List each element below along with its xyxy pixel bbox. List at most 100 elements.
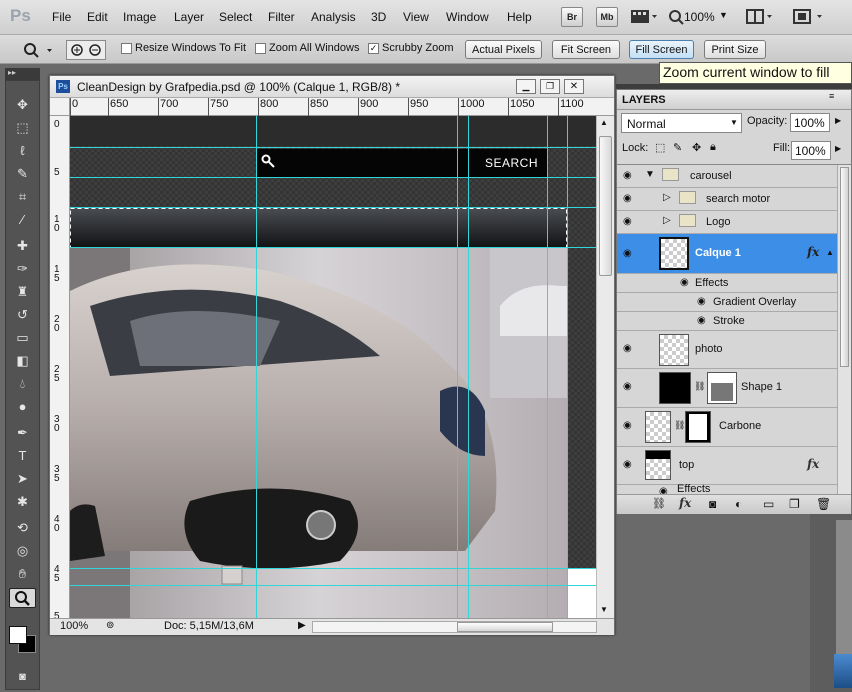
lock-position-icon[interactable]: ✥ (692, 141, 701, 154)
arrange-documents-icon[interactable] (746, 8, 776, 26)
brush-tool-icon[interactable]: ✑ (9, 259, 36, 279)
move-tool-icon[interactable]: ✥ (9, 95, 36, 115)
dodge-tool-icon[interactable]: ● (9, 397, 36, 417)
zoom-readout[interactable]: 100% (60, 620, 88, 632)
checkbox-box[interactable] (255, 42, 266, 54)
type-tool-icon[interactable]: T (9, 446, 36, 466)
fill-slider-icon[interactable]: ▶ (835, 144, 841, 153)
menu-file[interactable]: File (52, 10, 71, 24)
scroll-up-icon[interactable]: ▲ (600, 118, 608, 127)
adjustment-layer-icon[interactable]: ◐ (735, 497, 742, 511)
hand-tool-icon[interactable]: ✋︎ (9, 564, 36, 584)
layer-row-shape1[interactable]: ◉ ⛓ Shape 1 (617, 369, 837, 408)
taskbar-app-icon[interactable] (834, 654, 852, 688)
history-brush-tool-icon[interactable]: ↺ (9, 305, 36, 325)
menu-select[interactable]: Select (219, 10, 252, 24)
link-icon[interactable]: ⛓ (694, 381, 705, 392)
zoom-level[interactable]: 100% (684, 10, 715, 24)
opacity-input[interactable]: 100% (790, 113, 830, 132)
layer-row-calque1[interactable]: ◉ Calque 1 fx ▲ (617, 234, 837, 274)
fit-screen-button[interactable]: Fit Screen (552, 40, 620, 59)
menu-window[interactable]: Window (446, 10, 489, 24)
new-layer-icon[interactable]: ❐ (789, 497, 800, 511)
layers-scroll-thumb[interactable] (840, 167, 849, 367)
layers-scrollbar[interactable] (837, 165, 851, 494)
lock-transparency-icon[interactable]: ⬚ (655, 141, 665, 154)
effect-row-gradient-overlay[interactable]: ◉ Gradient Overlay (617, 293, 837, 312)
zoom-in-out-toggle[interactable] (66, 40, 106, 60)
vertical-scrollbar[interactable]: ▲ ▼ (596, 116, 614, 618)
fx-icon[interactable]: fx (807, 457, 819, 471)
opacity-slider-icon[interactable]: ▶ (835, 116, 841, 125)
maximize-icon[interactable]: ❐ (540, 79, 560, 94)
minimize-icon[interactable]: ▁ (516, 79, 536, 94)
expand-triangle-icon[interactable]: ▼ (645, 169, 655, 180)
menu-image[interactable]: Image (123, 10, 156, 24)
3d-rotate-tool-icon[interactable]: ⟲ (9, 518, 36, 538)
panel-menu-icon[interactable]: ≡ (829, 91, 834, 101)
healing-brush-tool-icon[interactable]: ✚ (9, 236, 36, 256)
layer-row-search-motor[interactable]: ◉ ▷ search motor (617, 188, 837, 211)
eye-icon[interactable]: ◉ (623, 216, 632, 227)
layer-row-carousel[interactable]: ◉ ▼ carousel (617, 165, 837, 188)
layer-row-effects-partial[interactable]: ◉ Effects (617, 483, 837, 494)
lasso-tool-icon[interactable]: ℓ (9, 141, 36, 161)
layer-row-carbone[interactable]: ◉ ⛓ Carbone (617, 408, 837, 447)
collapse-triangle-icon[interactable]: ▷ (663, 215, 671, 226)
status-info-icon[interactable]: ⊚ (106, 620, 114, 631)
effects-toggle-icon[interactable]: ▲ (826, 248, 834, 257)
document-title-bar[interactable]: Ps CleanDesign by Grafpedia.psd @ 100% (… (50, 76, 614, 98)
path-selection-tool-icon[interactable]: ➤ (9, 469, 36, 489)
ruler-vertical[interactable]: 0 5 1 0 1 5 2 0 2 5 3 0 3 5 4 0 4 5 5 (50, 116, 70, 622)
lock-pixels-icon[interactable]: ✎ (673, 141, 682, 154)
new-group-icon[interactable]: ▭ (763, 497, 774, 511)
ruler-horizontal[interactable]: 0 650 700 750 800 850 900 950 1000 1050 … (70, 98, 614, 116)
eye-icon[interactable]: ◉ (623, 248, 632, 259)
eye-icon[interactable]: ◉ (623, 170, 632, 181)
blend-mode-select[interactable]: Normal ▼ (621, 113, 742, 133)
resize-windows-checkbox[interactable]: Resize Windows To Fit (121, 42, 246, 54)
eyedropper-tool-icon[interactable]: ⁄ (9, 210, 36, 230)
eye-icon[interactable]: ◉ (623, 193, 632, 204)
lock-all-icon[interactable]: 🔒︎ (710, 141, 716, 154)
mini-bridge-button[interactable]: Mb (596, 7, 618, 27)
scroll-down-icon[interactable]: ▼ (600, 605, 608, 614)
stamp-tool-icon[interactable]: ♜ (9, 282, 36, 302)
menu-view[interactable]: View (403, 10, 429, 24)
hscroll-thumb[interactable] (457, 622, 553, 632)
link-icon[interactable]: ⛓ (674, 420, 685, 431)
layer-row-top[interactable]: ◉ top fx (617, 447, 837, 485)
paint-bucket-tool-icon[interactable]: ◧ (9, 351, 36, 371)
add-mask-icon[interactable]: ◙ (709, 497, 716, 511)
quick-select-tool-icon[interactable]: ✎ (9, 164, 36, 184)
eye-icon[interactable]: ◉ (680, 277, 689, 288)
menu-analysis[interactable]: Analysis (311, 10, 356, 24)
chevron-down-icon[interactable]: ▼ (719, 10, 728, 20)
fill-input[interactable]: 100% (791, 141, 831, 160)
menu-3d[interactable]: 3D (371, 10, 386, 24)
horizontal-scrollbar[interactable] (312, 621, 597, 633)
eye-icon[interactable]: ◉ (623, 343, 632, 354)
layers-tab[interactable]: LAYERS ≡ (617, 90, 851, 110)
pen-tool-icon[interactable]: ✒ (9, 423, 36, 443)
effects-row[interactable]: ◉ Effects (617, 274, 837, 293)
scrollbar-thumb[interactable] (599, 136, 612, 276)
ruler-origin[interactable] (50, 98, 70, 116)
eraser-tool-icon[interactable]: ▭ (9, 328, 36, 348)
layer-row-logo[interactable]: ◉ ▷ Logo (617, 211, 837, 234)
menu-layer[interactable]: Layer (174, 10, 204, 24)
close-icon[interactable]: ✕ (564, 79, 584, 94)
eye-icon[interactable]: ◉ (697, 296, 706, 307)
status-menu-arrow-icon[interactable]: ▶ (298, 620, 306, 631)
eye-icon[interactable]: ◉ (623, 459, 632, 470)
foreground-color-swatch-top[interactable] (9, 626, 27, 644)
layer-row-photo[interactable]: ◉ photo (617, 331, 837, 369)
trash-icon[interactable]: 🗑︎ (816, 497, 831, 511)
menu-filter[interactable]: Filter (268, 10, 295, 24)
layers-list[interactable]: ◉ ▼ carousel ◉ ▷ search motor ◉ ▷ Logo ◉… (617, 164, 851, 494)
menu-help[interactable]: Help (507, 10, 532, 24)
scrubby-zoom-checkbox[interactable]: ✓ Scrubby Zoom (368, 42, 454, 54)
print-size-button[interactable]: Print Size (704, 40, 766, 59)
3d-orbit-tool-icon[interactable]: ◎ (9, 541, 36, 561)
zoom-tool-icon[interactable] (9, 588, 36, 608)
